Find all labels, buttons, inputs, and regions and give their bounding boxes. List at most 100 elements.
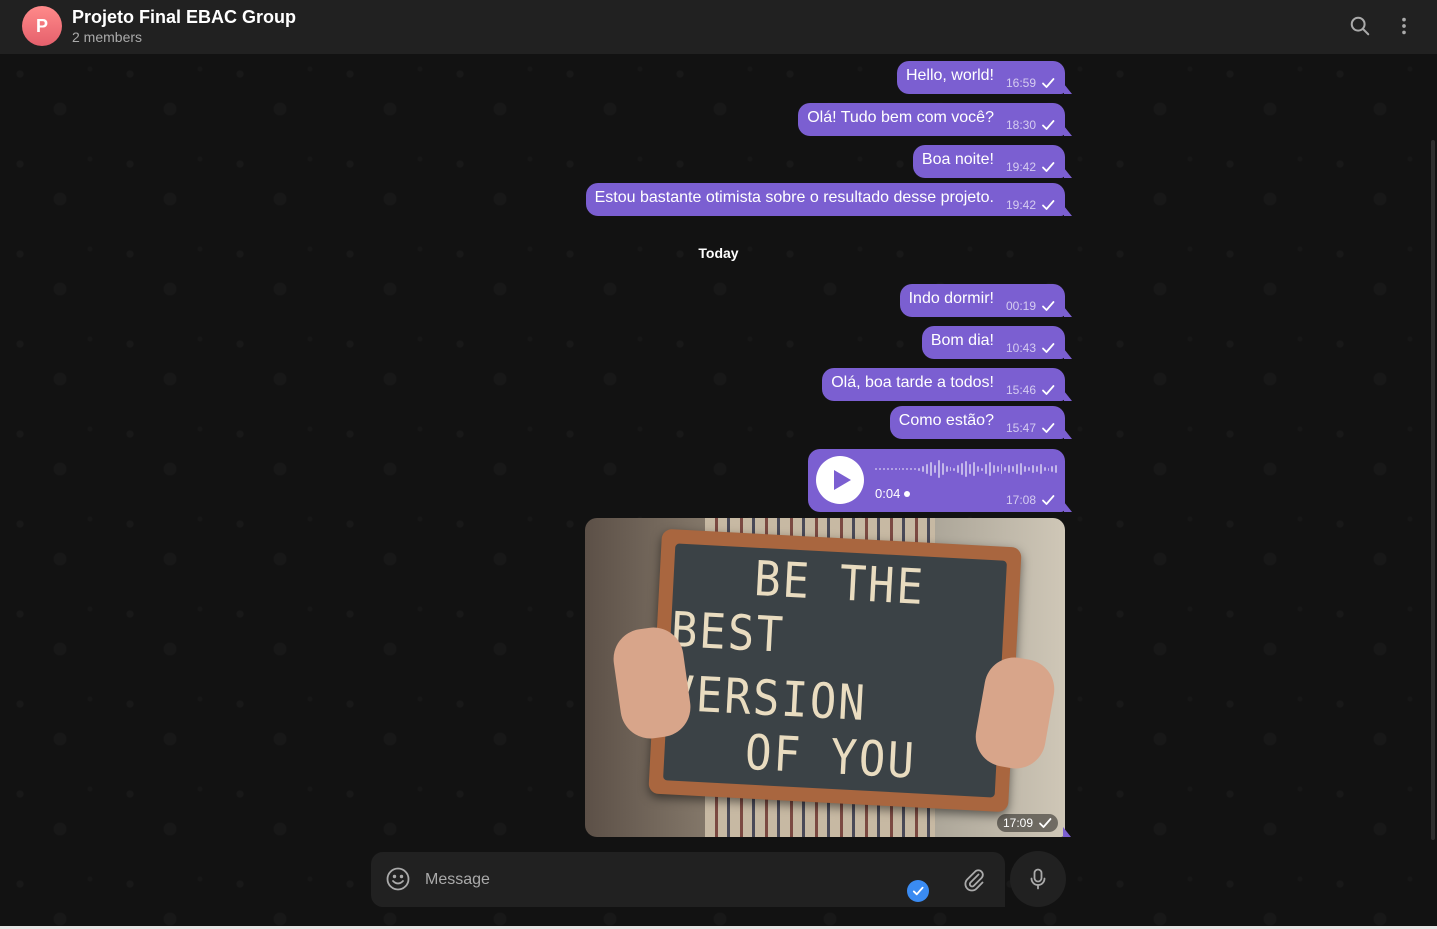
waveform-bar [933,465,936,473]
photo-message[interactable]: BE THE BEST VERSION OF YOU 17:09 [585,518,1065,837]
waveform-bar [1020,463,1023,475]
message-bubble[interactable]: Bom dia! 10:43 [921,326,1073,359]
voice-record-button[interactable] [1010,851,1066,907]
chat-header: P Projeto Final EBAC Group 2 members [0,0,1437,54]
message-time: 16:59 [1005,75,1036,90]
waveform-bar [1043,467,1046,471]
check-icon [1042,119,1055,130]
waveform-bar [922,466,924,472]
waveform-bar [1031,465,1034,473]
waveform-bar [890,468,893,470]
waveform-bar [1027,467,1030,471]
waveform-bar [961,463,964,475]
waveform-bar [957,465,960,473]
message-bubble[interactable]: Indo dormir! 00:19 [899,284,1073,317]
message-meta: 19:42 [1006,160,1055,174]
message-meta: 17:08 [1006,493,1055,507]
date-separator: Today [698,245,739,261]
message-time: 15:46 [1005,382,1036,397]
waveform-bar [973,462,975,476]
message-meta: 10:43 [1006,341,1055,355]
message-time: 19:42 [1005,159,1036,174]
message-text: Olá, boa tarde a todos! [831,373,994,391]
waveform-bar [906,468,909,470]
message-time: 00:19 [1005,298,1036,313]
waveform-bar [925,464,928,474]
waveform-bar [1024,466,1026,472]
chat-title[interactable]: Projeto Final EBAC Group [72,7,296,28]
voice-duration: 0:04 [875,486,911,501]
waveform-bar [914,468,917,470]
waveform-bar [910,468,913,470]
message-text: Bom dia! [930,331,994,349]
message-meta: 15:47 [1006,421,1055,435]
search-icon [1350,16,1370,36]
voice-duration-text: 0:04 [875,486,901,501]
waveform-bar [941,463,944,475]
check-icon [1042,77,1055,88]
chalkboard-surface: BE THE BEST VERSION OF YOU [663,543,1007,798]
waveform-bar [1051,466,1054,472]
attach-button[interactable] [961,866,987,892]
message-time: 15:47 [1005,420,1036,435]
waveform-bar [929,462,932,476]
waveform-bar [1004,467,1007,471]
check-icon [1042,161,1055,172]
play-icon [834,470,851,490]
message-text: Hello, world! [905,66,994,84]
chalkboard: BE THE BEST VERSION OF YOU [648,528,1022,813]
check-icon [1042,300,1055,311]
group-avatar[interactable]: P [22,6,62,46]
message-bubble[interactable]: Estou bastante otimista sobre o resultad… [585,183,1073,216]
check-icon [1042,495,1055,505]
waveform-bar [969,464,972,474]
waveform-bar [882,468,885,470]
member-count: 2 members [72,29,143,45]
waveform-bar [949,467,952,471]
message-bubble[interactable]: Olá, boa tarde a todos! 15:46 [822,368,1072,401]
microphone-icon [1030,868,1046,890]
message-text: Indo dormir! [908,289,994,307]
waveform-bar [1000,464,1003,474]
waveform-bar [996,466,999,472]
message-bubble[interactable]: Como estão? 15:47 [889,406,1073,439]
message-text: Boa noite! [921,150,994,168]
message-bubble[interactable]: Hello, world! 16:59 [896,61,1073,94]
waveform-bar [984,464,987,474]
message-text: Como estão? [898,411,994,429]
waveform-bar [937,460,940,478]
more-options-button[interactable] [1388,10,1420,42]
message-meta: 19:42 [1006,198,1055,212]
play-button[interactable] [816,456,864,504]
check-icon [1042,342,1055,353]
waveform-bar [886,468,889,470]
search-button[interactable] [1344,10,1376,42]
check-icon [1042,384,1055,395]
message-meta: 16:59 [1006,76,1055,90]
waveform-bar [945,466,948,472]
waveform-bar [878,468,881,470]
waveform-bar [894,468,897,470]
message-meta: 15:46 [1006,383,1055,397]
waveform-bar [875,468,877,470]
waveform-bar [1055,465,1058,473]
emoji-button[interactable] [385,866,411,892]
message-input[interactable] [425,864,895,896]
waveform-bar [1047,467,1050,471]
voice-message[interactable]: 0:04 17:08 [808,449,1072,512]
paperclip-icon [964,869,984,892]
waveform-bar [953,467,956,471]
message-time: 17:08 [1005,493,1036,507]
waveform-bar [965,461,968,477]
message-time: 17:09 [1002,816,1033,830]
message-bubble[interactable]: Boa noite! 19:42 [912,145,1073,178]
message-time: 10:43 [1005,340,1036,355]
waveform[interactable] [875,459,1058,479]
verified-badge-icon [907,880,929,902]
waveform-bar [1035,466,1038,472]
message-time: 18:30 [1005,117,1036,132]
waveform-bar [1008,465,1011,473]
waveform-bar [902,468,905,470]
message-bubble[interactable]: Olá! Tudo bem com você? 18:30 [798,103,1072,136]
waveform-bar [980,467,983,471]
